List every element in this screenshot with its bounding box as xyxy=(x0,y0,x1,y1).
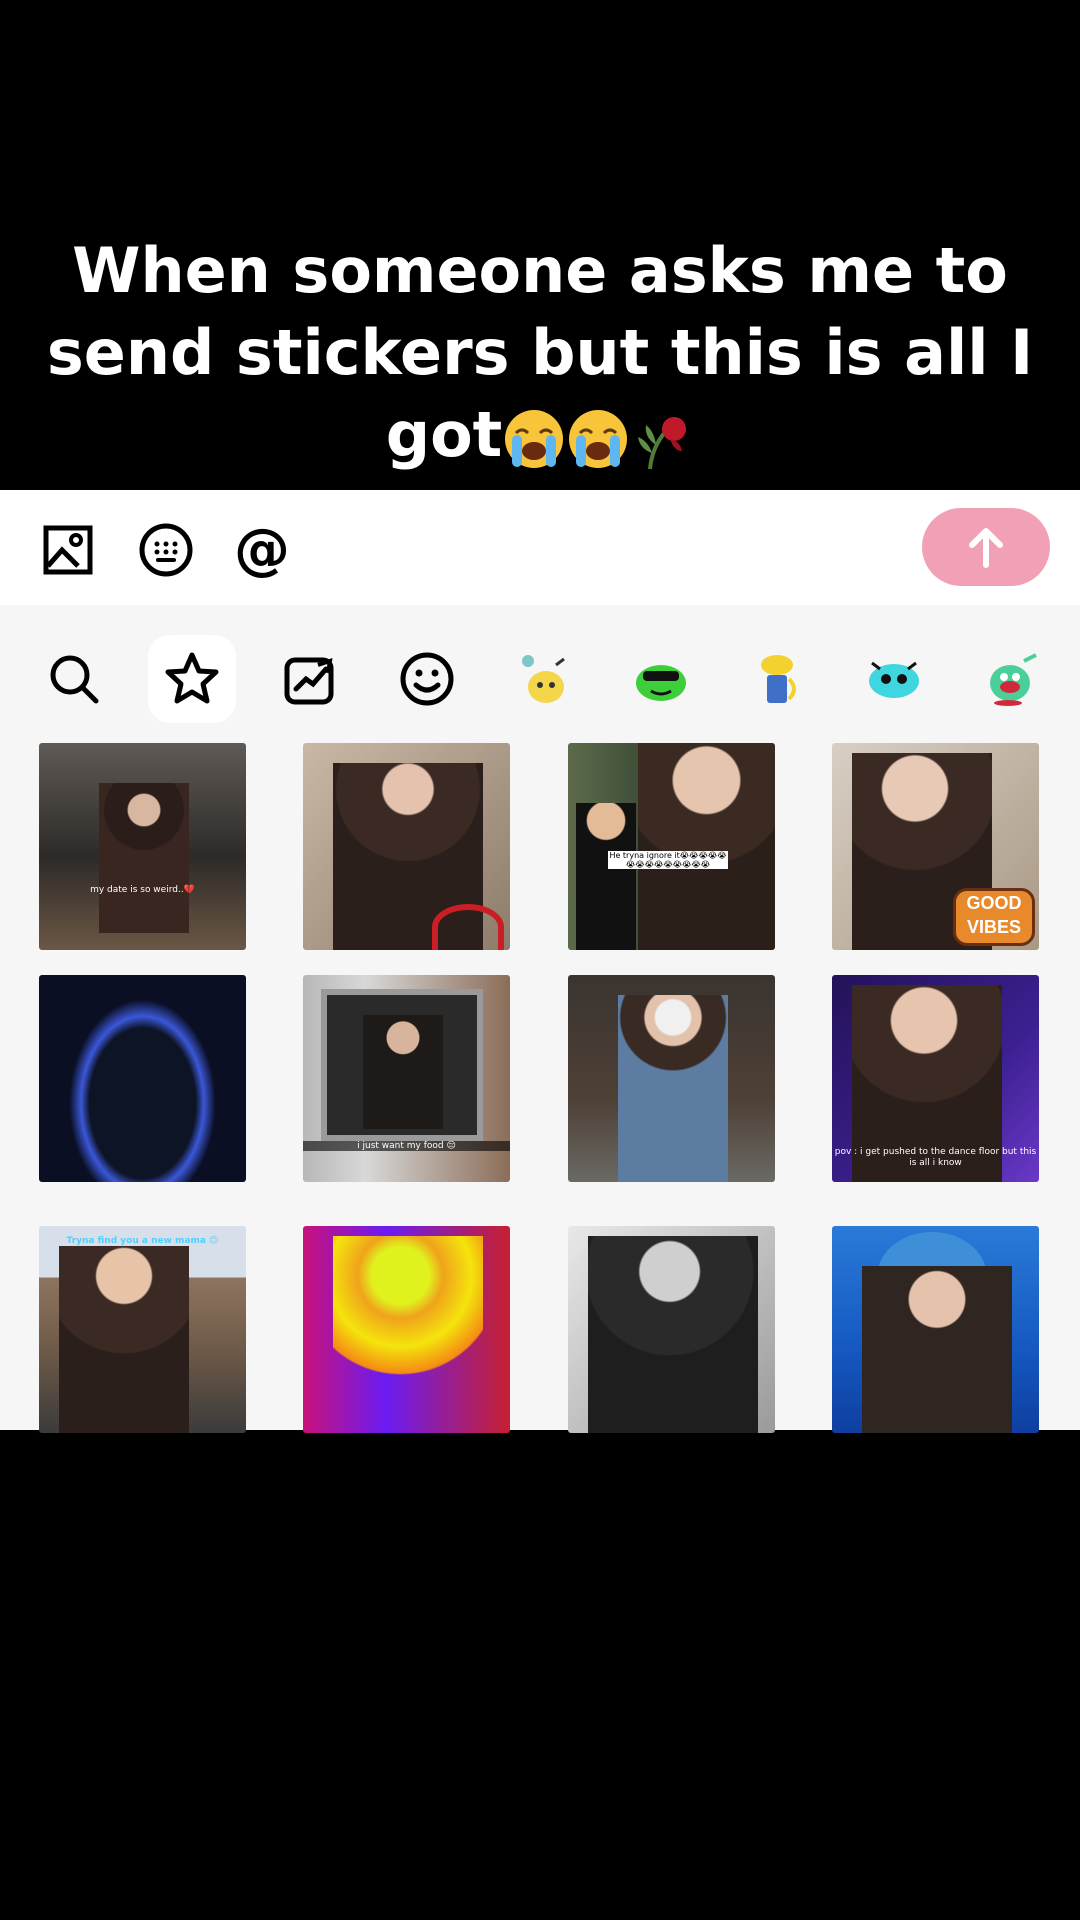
image-icon[interactable] xyxy=(40,522,96,578)
keyboard-icon[interactable] xyxy=(138,522,194,578)
tab-pack-3[interactable] xyxy=(733,635,821,723)
caption-line-3-text: got xyxy=(385,398,503,471)
sticker-pack-yellow-flower-icon xyxy=(761,655,796,703)
sticker-caption: i just want my food 😔 xyxy=(303,1141,510,1151)
smiley-icon xyxy=(400,652,454,706)
sticker-window[interactable]: i just want my food 😔 xyxy=(303,975,510,1182)
sticker-blue-flame-silhouette[interactable] xyxy=(39,975,246,1182)
sticker-pack-green-frog-icon xyxy=(636,665,686,701)
sticker-tray: my date is so weird..💔 He tryna ignore i… xyxy=(0,605,1080,1433)
arrow-up-icon xyxy=(969,528,1003,568)
sticker-figure xyxy=(588,1236,758,1433)
tab-emoji[interactable] xyxy=(383,635,471,723)
composer-toolbar: @ xyxy=(0,490,1080,605)
trending-icon xyxy=(284,657,334,705)
sticker-figure xyxy=(99,783,189,933)
tab-pack-4[interactable] xyxy=(850,635,938,723)
sticker-thermal[interactable] xyxy=(303,1226,510,1433)
tab-pack-1[interactable] xyxy=(500,635,588,723)
tab-favorites[interactable] xyxy=(148,635,236,723)
sticker-category-tabs xyxy=(0,635,1080,731)
wilted-rose-icon xyxy=(638,416,687,470)
sticker-figure xyxy=(59,1246,189,1433)
sticker-caption: Tryna find you a new mama 😊 xyxy=(66,1236,219,1246)
tab-pack-2[interactable] xyxy=(617,635,705,723)
sticker-caption: my date is so weird..💔 xyxy=(90,885,195,895)
sticker-grayscale[interactable] xyxy=(568,1226,775,1433)
sticker-figure xyxy=(638,743,775,950)
sticker-dance-floor[interactable]: pov : i get pushed to the dance floor bu… xyxy=(832,975,1039,1182)
sticker-caption: pov : i get pushed to the dance floor bu… xyxy=(834,1147,1037,1168)
sticker-restaurant[interactable]: my date is so weird..💔 xyxy=(39,743,246,950)
tab-search[interactable] xyxy=(30,635,118,723)
sticker-figure-background xyxy=(576,803,636,950)
loudly-crying-face-icon xyxy=(505,409,564,468)
sticker-shark-hat[interactable] xyxy=(832,1226,1039,1433)
sticker-pack-yellow-creature-icon xyxy=(522,655,565,703)
red-scribble xyxy=(432,904,504,950)
caption-line-3: got xyxy=(0,394,1080,476)
search-icon xyxy=(50,655,99,704)
sticker-panel: @ my date is so weird..💔 He tryna ignore… xyxy=(0,490,1080,1433)
sticker-caption: He tryna ignore it😭😭😭😭😭😭😭😭😭😭😭😭😭😭 xyxy=(608,851,728,869)
sticker-figure xyxy=(618,995,728,1182)
sticker-pack-green-creature-icon xyxy=(990,653,1037,706)
send-button[interactable] xyxy=(922,508,1050,586)
sticker-figure xyxy=(363,1015,443,1129)
sticker-figure xyxy=(333,1236,483,1433)
sticker-figure xyxy=(59,985,226,1182)
sticker-overalls[interactable] xyxy=(568,975,775,1182)
sticker-pack-blue-face-icon xyxy=(869,661,919,698)
tab-trending[interactable] xyxy=(266,635,354,723)
good-vibes-badge: GOOD VIBES xyxy=(953,888,1035,946)
caption-line-1: When someone asks me to xyxy=(72,234,1008,307)
sticker-ignore[interactable]: He tryna ignore it😭😭😭😭😭😭😭😭😭😭😭😭😭😭 xyxy=(568,743,775,950)
at-icon[interactable]: @ xyxy=(234,522,290,578)
tab-pack-5[interactable] xyxy=(968,635,1056,723)
caption-line-2: send stickers but this is all I xyxy=(46,316,1034,389)
loudly-crying-face-icon xyxy=(569,409,628,468)
video-caption: When someone asks me to send stickers bu… xyxy=(0,230,1080,476)
sticker-figure xyxy=(862,1266,1012,1433)
sticker-good-vibes[interactable]: GOOD VIBES xyxy=(832,743,1039,950)
star-icon xyxy=(165,652,219,704)
sticker-outdoor[interactable]: Tryna find you a new mama 😊 xyxy=(39,1226,246,1433)
sticker-stairs-dance[interactable] xyxy=(303,743,510,950)
